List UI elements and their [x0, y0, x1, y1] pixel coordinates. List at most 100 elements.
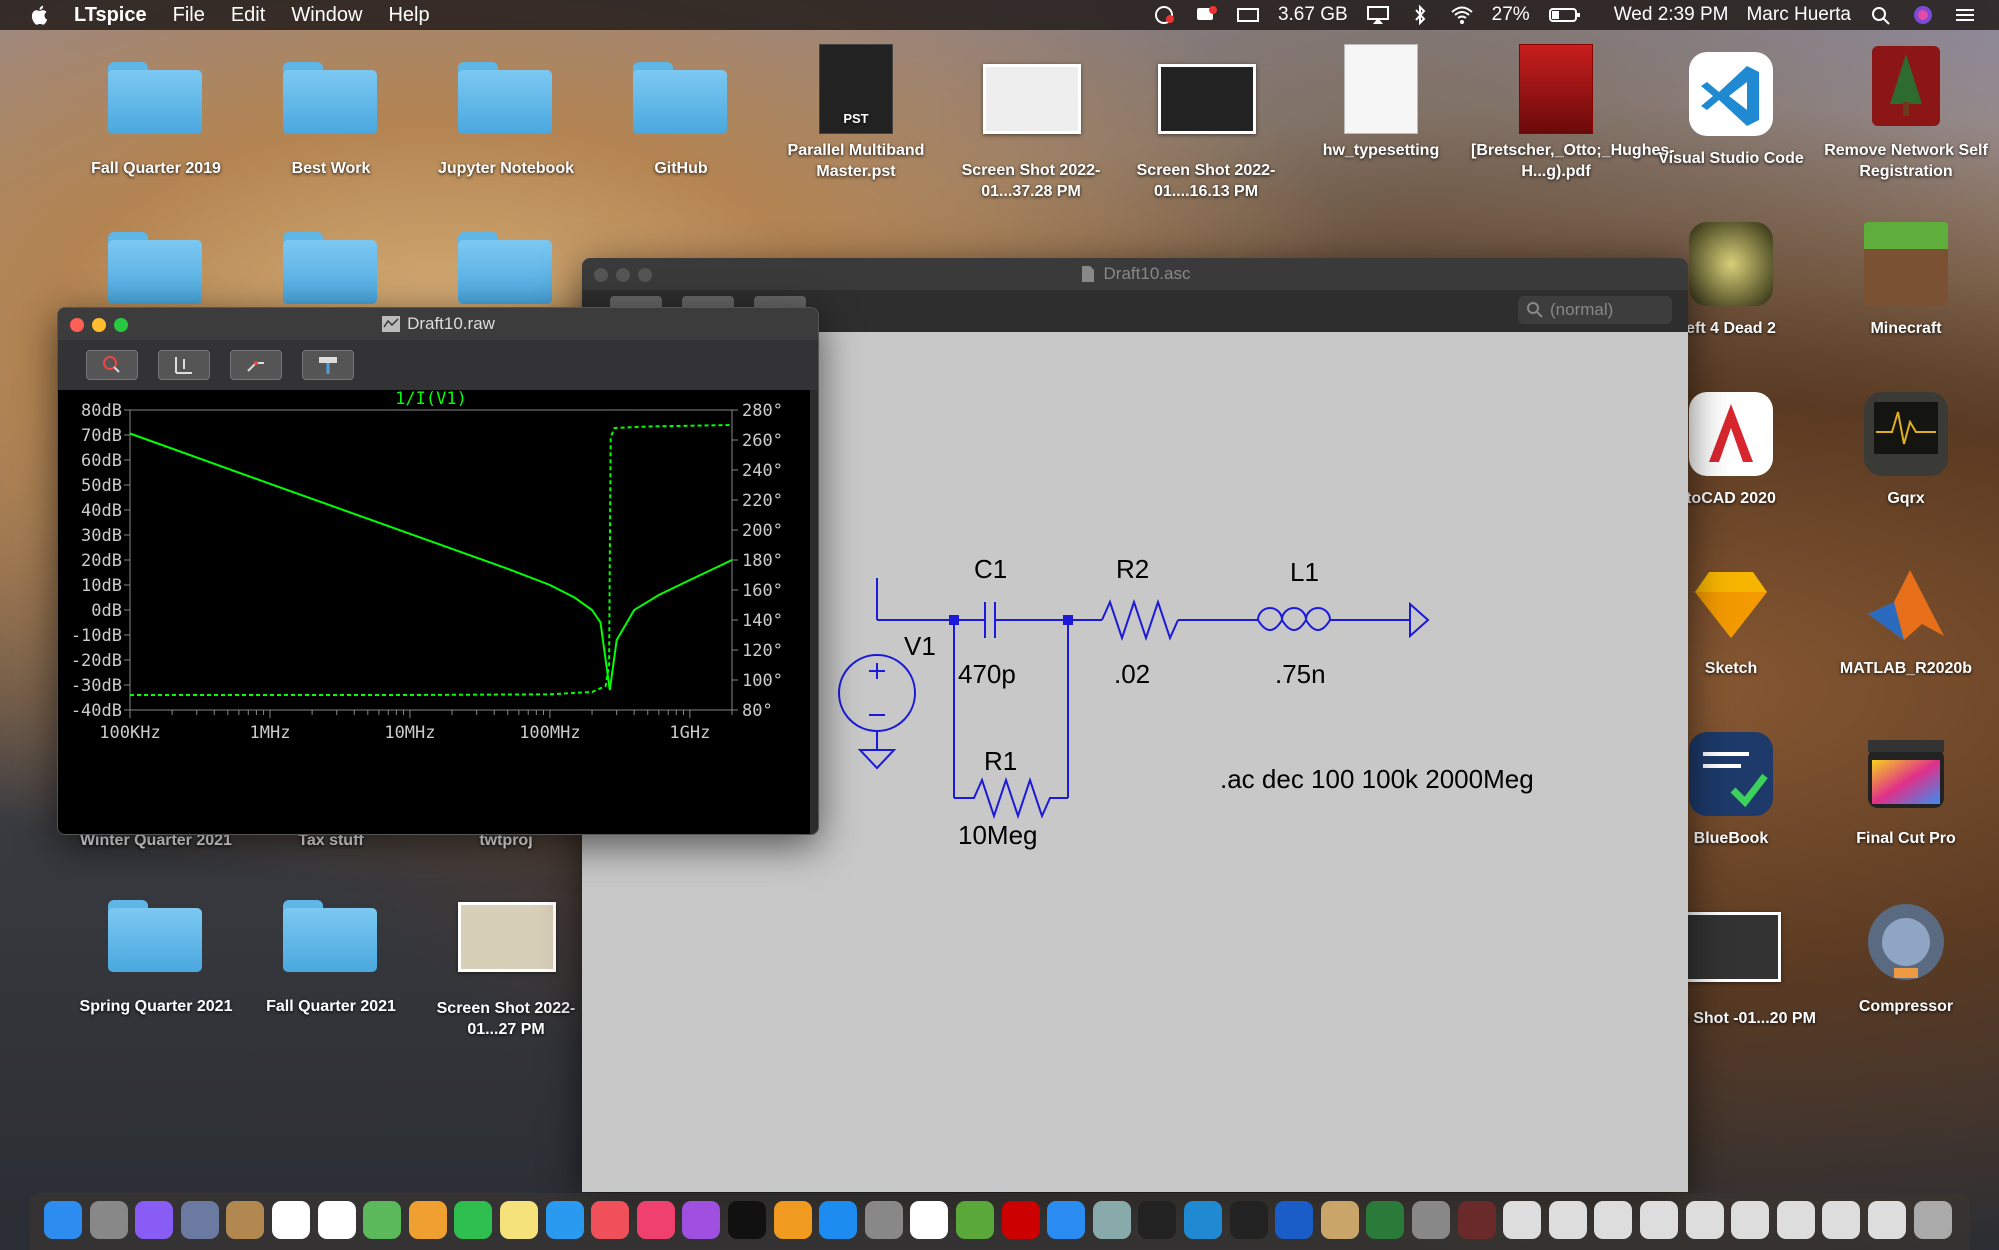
- menu-file[interactable]: File: [173, 4, 205, 27]
- desktop-folder-jupyter-notebook[interactable]: Jupyter Notebook: [421, 52, 591, 179]
- system-preferences-icon[interactable]: [864, 1201, 903, 1239]
- window-3-icon[interactable]: [1594, 1201, 1633, 1239]
- window-2-icon[interactable]: [1548, 1201, 1587, 1239]
- desktop-file-screenshot-1[interactable]: Screen Shot 2022-01...37.28 PM: [946, 52, 1116, 202]
- window-5-icon[interactable]: [1685, 1201, 1724, 1239]
- voltage-source-v1[interactable]: [838, 578, 954, 770]
- photos-icon[interactable]: [408, 1201, 447, 1239]
- menu-edit[interactable]: Edit: [231, 4, 265, 27]
- reminders-icon[interactable]: [317, 1201, 356, 1239]
- app-menu[interactable]: LTspice: [74, 4, 147, 27]
- clock[interactable]: Wed 2:39 PM: [1614, 4, 1729, 26]
- desktop-folder-spring-quarter-2021[interactable]: Spring Quarter 2021: [71, 890, 241, 1017]
- desktop-file-hw-typesetting[interactable]: hw_typesetting: [1296, 44, 1466, 161]
- desktop-file-screenshot-2[interactable]: Screen Shot 2022-01....16.13 PM: [1121, 52, 1291, 202]
- desktop-file-screenshot-4[interactable]: Screen Shot 2022-01...27 PM: [421, 890, 591, 1040]
- minimize-button[interactable]: [92, 318, 106, 332]
- safari-icon[interactable]: [1047, 1201, 1086, 1239]
- ltspice-icon[interactable]: [1457, 1201, 1496, 1239]
- autocad-icon[interactable]: [1001, 1201, 1040, 1239]
- pan-button[interactable]: [230, 350, 282, 380]
- appstore-icon[interactable]: [819, 1201, 858, 1239]
- terminal-icon[interactable]: [1229, 1201, 1268, 1239]
- preview-icon[interactable]: [180, 1201, 219, 1239]
- memory-icon[interactable]: [1236, 5, 1260, 25]
- spice-directive[interactable]: .ac dec 100 100k 2000Meg: [1220, 764, 1534, 794]
- desktop-app-vscode[interactable]: Visual Studio Code: [1646, 52, 1816, 169]
- minecraft-icon[interactable]: [956, 1201, 994, 1239]
- menu-window[interactable]: Window: [291, 4, 362, 27]
- trash-icon[interactable]: [1913, 1201, 1952, 1239]
- desktop-folder-github[interactable]: GitHub: [596, 52, 766, 179]
- desktop-app-compressor[interactable]: Compressor: [1821, 900, 1991, 1017]
- plot-titlebar[interactable]: Draft10.raw: [58, 308, 818, 340]
- siri-icon[interactable]: [1911, 5, 1935, 25]
- siri-icon[interactable]: [135, 1201, 174, 1239]
- user-name[interactable]: Marc Huerta: [1746, 4, 1851, 26]
- news-icon[interactable]: [591, 1201, 630, 1239]
- launchpad-icon[interactable]: [89, 1201, 128, 1239]
- activity-monitor-icon[interactable]: [1138, 1201, 1177, 1239]
- desktop-app-matlab[interactable]: MATLAB_R2020b: [1821, 562, 1991, 679]
- control-center-icon[interactable]: [1953, 5, 1977, 25]
- window-8-icon[interactable]: [1822, 1201, 1861, 1239]
- finder-icon[interactable]: [44, 1201, 82, 1239]
- bluetooth-icon[interactable]: [1408, 5, 1432, 25]
- desktop-folder-best-work[interactable]: Best Work: [246, 52, 416, 179]
- search-field[interactable]: (normal): [1518, 296, 1672, 324]
- books-icon[interactable]: [773, 1201, 812, 1239]
- desktop-app-remove-network[interactable]: Remove Network Self Registration: [1821, 44, 1991, 182]
- autorange-button[interactable]: [158, 350, 210, 380]
- contacts-icon[interactable]: [226, 1201, 265, 1239]
- battery-icon[interactable]: [1548, 5, 1582, 25]
- window-6-icon[interactable]: [1731, 1201, 1770, 1239]
- inductor-l1[interactable]: [1257, 607, 1331, 631]
- kicad-icon[interactable]: [1275, 1201, 1314, 1239]
- minimize-button[interactable]: [616, 268, 630, 282]
- desktop-app-gqrx[interactable]: Gqrx: [1821, 392, 1991, 509]
- spotlight-search-icon[interactable]: [1869, 5, 1893, 25]
- window-7-icon[interactable]: [1776, 1201, 1815, 1239]
- desktop-app-minecraft[interactable]: Minecraft: [1821, 222, 1991, 339]
- capacitor-c1[interactable]: [984, 602, 996, 638]
- zoom-button[interactable]: [114, 318, 128, 332]
- window-1-icon[interactable]: [1503, 1201, 1542, 1239]
- airplay-icon[interactable]: [1366, 5, 1390, 25]
- plot-area[interactable]: 1/I(V1) 80dB 70dB 60dB 50dB 40dB 30dB 20dB 10dB 0…: [58, 389, 810, 834]
- messages-icon[interactable]: [545, 1201, 584, 1239]
- apple-icon[interactable]: [28, 3, 52, 27]
- resistor-r1[interactable]: [954, 776, 1068, 820]
- window-9-icon[interactable]: [1868, 1201, 1906, 1239]
- podcasts-icon[interactable]: [682, 1201, 721, 1239]
- pcb-layout-icon[interactable]: [1366, 1201, 1405, 1239]
- zoom-tool-button[interactable]: [86, 350, 138, 380]
- schematic-titlebar[interactable]: Draft10.asc: [582, 258, 1688, 290]
- zoom-button[interactable]: [638, 268, 652, 282]
- creative-cloud-icon[interactable]: [1152, 5, 1176, 25]
- image-capture-icon[interactable]: [1092, 1201, 1131, 1239]
- menu-help[interactable]: Help: [388, 4, 429, 27]
- maps-icon[interactable]: [363, 1201, 402, 1239]
- music-icon[interactable]: [636, 1201, 675, 1239]
- desktop-file-pdf[interactable]: [Bretscher,_Otto;_Hughes-H...g).pdf: [1471, 44, 1675, 182]
- notes-icon[interactable]: [500, 1201, 538, 1239]
- output-port[interactable]: [1409, 601, 1430, 639]
- tv-icon[interactable]: [728, 1201, 766, 1239]
- calendar-icon[interactable]: [272, 1201, 310, 1239]
- probe-button[interactable]: [302, 350, 354, 380]
- window-4-icon[interactable]: [1640, 1201, 1678, 1239]
- facetime-icon[interactable]: [454, 1201, 493, 1239]
- close-button[interactable]: [594, 268, 608, 282]
- close-button[interactable]: [70, 318, 84, 332]
- desktop-folder-fall-quarter-2019[interactable]: Fall Quarter 2019: [71, 52, 241, 179]
- resistor-r2[interactable]: [1101, 598, 1179, 642]
- pcb-editor-icon[interactable]: [1320, 1201, 1359, 1239]
- chrome-icon[interactable]: [910, 1201, 949, 1239]
- notification-icon[interactable]: [1194, 5, 1218, 25]
- desktop-file-pst[interactable]: PST Parallel Multiband Master.pst: [771, 44, 941, 182]
- wifi-icon[interactable]: [1450, 5, 1474, 25]
- desktop-app-final-cut-pro[interactable]: Final Cut Pro: [1821, 732, 1991, 849]
- calculator-icon[interactable]: [1412, 1201, 1450, 1239]
- vscode-icon[interactable]: [1184, 1201, 1222, 1239]
- desktop-folder-fall-quarter-2021[interactable]: Fall Quarter 2021: [246, 890, 416, 1017]
